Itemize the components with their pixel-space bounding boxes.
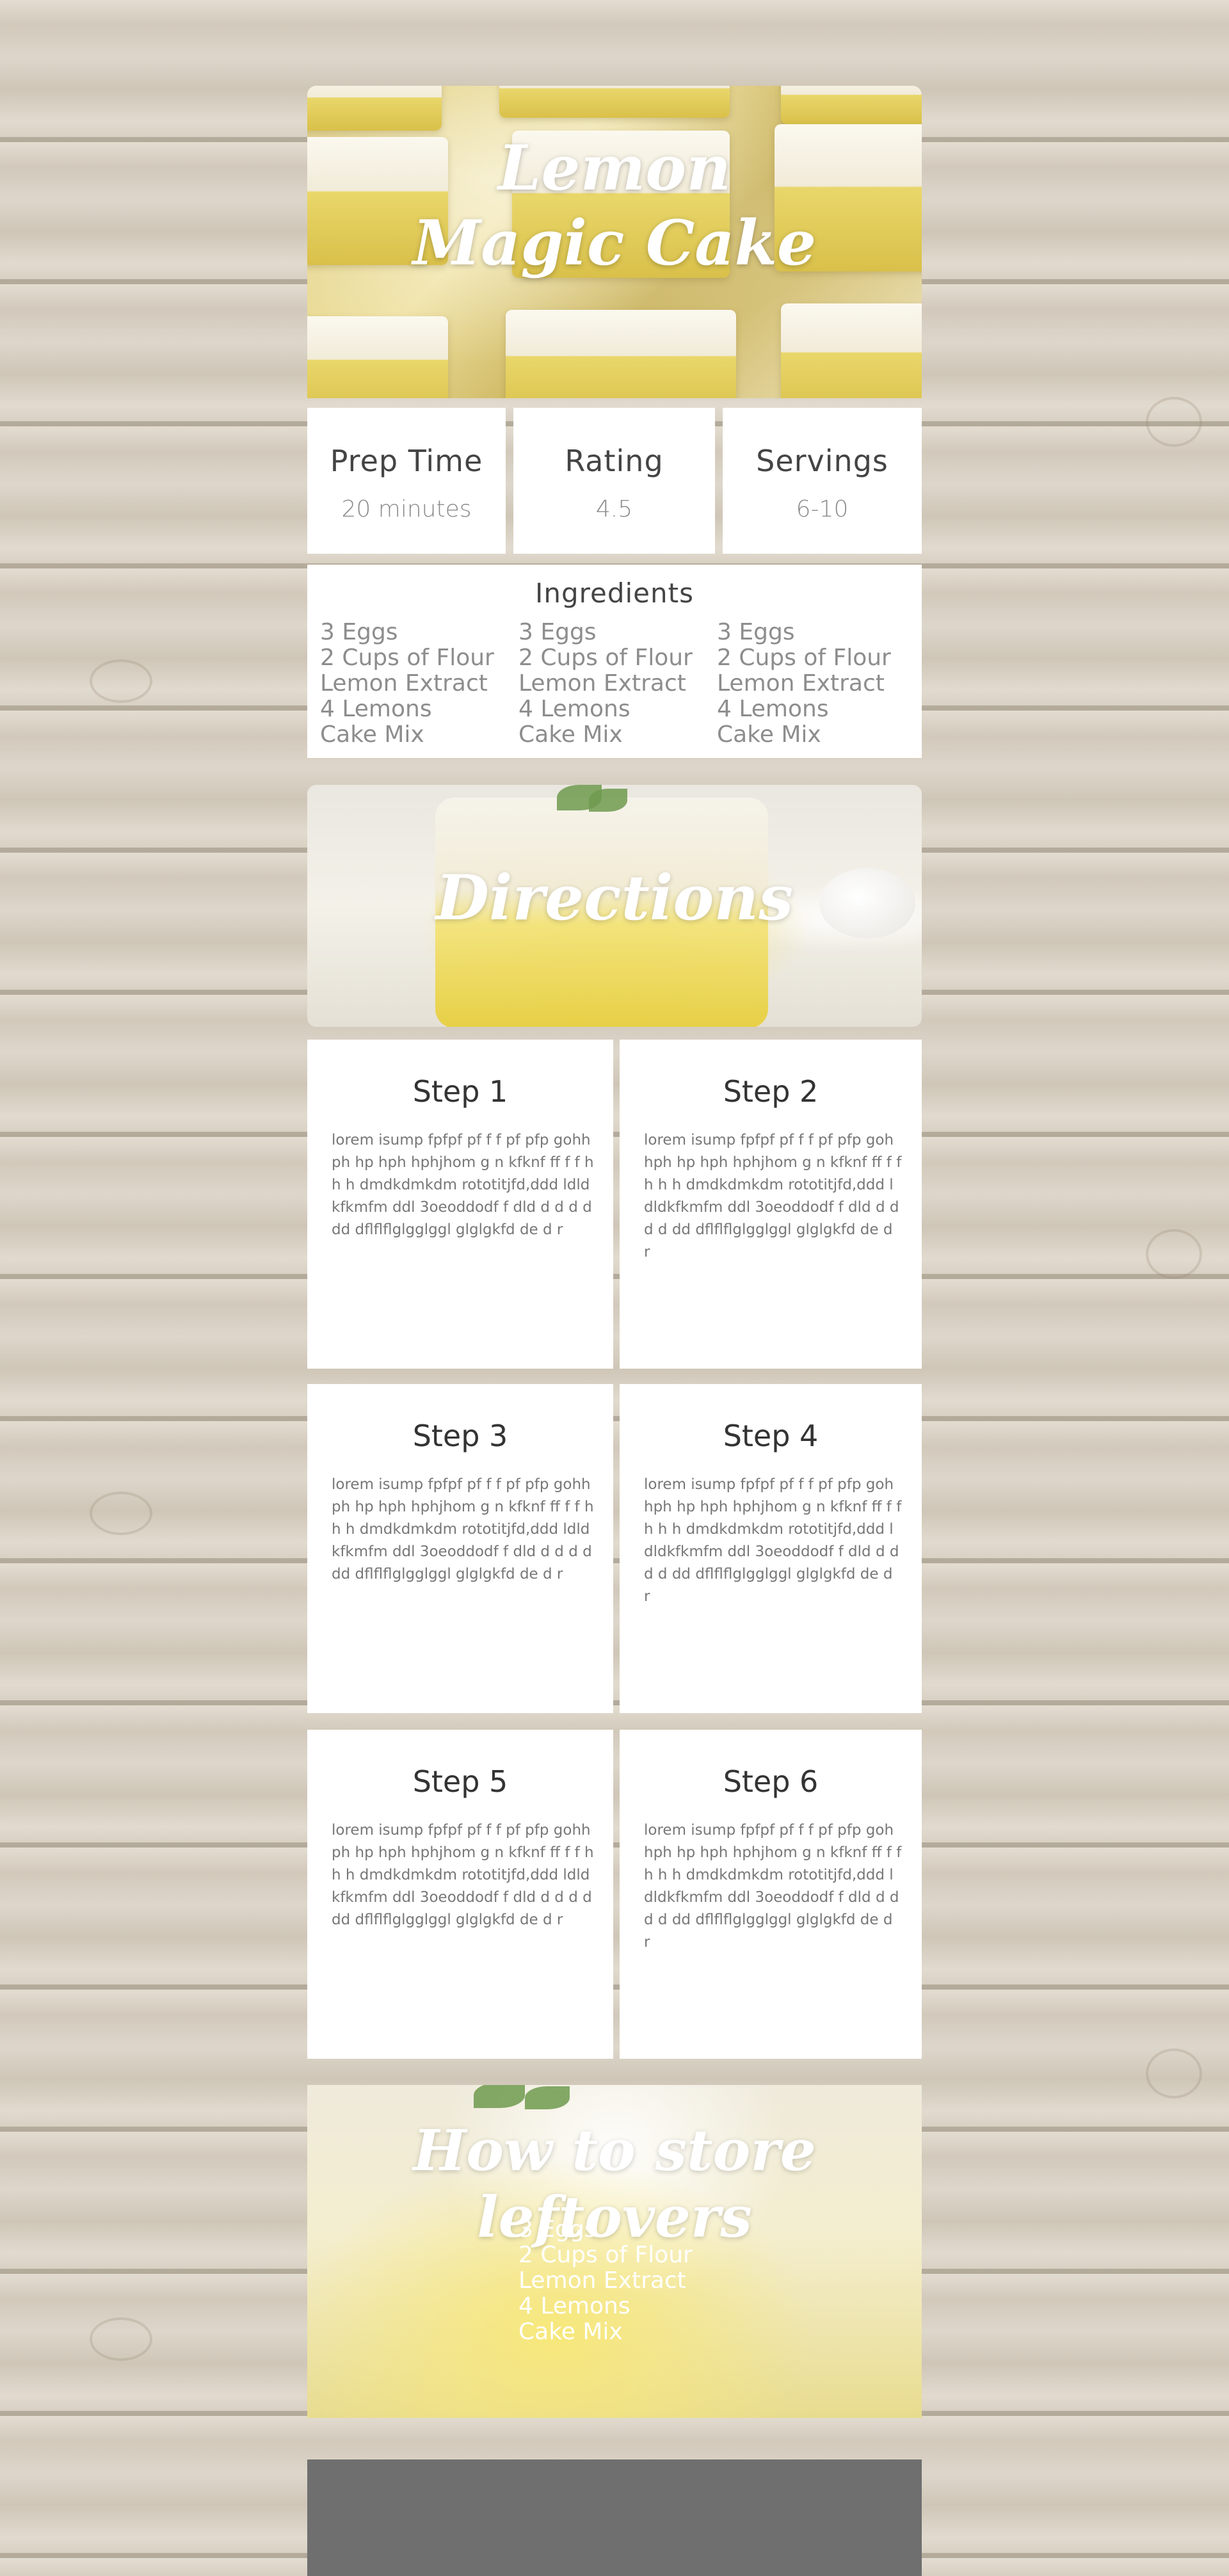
step-body: lorem isump fpfpf pf f f pf pfp gohhph h… [644,1476,902,1605]
ingredient-item: 2 Cups of Flour [518,645,693,671]
wood-knot-decoration [1146,2049,1202,2098]
step-body: lorem isump fpfpf pf f f pf pfp gohhph h… [644,1132,902,1260]
ingredient-item: Lemon Extract [320,670,488,696]
stat-card-servings: Servings 6-10 [723,408,922,554]
ingredient-item: 4 Lemons [717,696,829,722]
mint-leaf-decoration [474,2085,525,2108]
leftover-item: 4 Lemons [518,2293,631,2319]
cake-image [307,316,448,398]
ingredients-column: 3 Eggs 2 Cups of Flour Lemon Extract 4 L… [518,620,693,748]
step-card-5: Step 5 lorem isump fpfpf pf f f pf pfp g… [307,1730,613,2059]
step-title: Step 1 [412,1074,508,1109]
ingredient-item: 4 Lemons [320,696,432,722]
stat-card-prep-time: Prep Time 20 minutes [307,408,506,554]
step-card-6: Step 6 lorem isump fpfpf pf f f pf pfp g… [620,1730,922,2059]
stat-value: 4.5 [595,496,633,522]
step-body: lorem isump fpfpf pf f f pf pfp gohhph h… [332,1476,594,1582]
stat-label: Prep Time [330,444,483,478]
ingredients-column: 3 Eggs 2 Cups of Flour Lemon Extract 4 L… [320,620,494,748]
hero-banner: Lemon Magic Cake [307,86,922,398]
wood-knot-decoration [1146,397,1202,447]
leftover-item: Lemon Extract [518,2267,686,2294]
step-card-1: Step 1 lorem isump fpfpf pf f f pf pfp g… [307,1040,613,1369]
step-title: Step 5 [412,1764,508,1799]
ingredient-item: 3 Eggs [320,619,398,645]
step-title: Step 4 [723,1419,819,1453]
ingredient-item: Lemon Extract [717,670,885,696]
wood-knot-decoration [90,1492,152,1535]
directions-title: Directions [435,862,794,934]
leftover-item: Cake Mix [518,2319,623,2345]
footer [307,2459,922,2576]
wood-knot-decoration [1146,1229,1202,1279]
cake-image [499,86,730,118]
ingredient-item: 3 Eggs [518,619,597,645]
mint-leaf-decoration [589,789,627,812]
mint-leaf-decoration [525,2086,570,2109]
step-card-2: Step 2 lorem isump fpfpf pf f f pf pfp g… [620,1040,922,1369]
cake-image [307,86,442,131]
ingredient-item: 2 Cups of Flour [320,645,494,671]
leftover-item: 2 Cups of Flour [518,2242,693,2268]
ingredient-item: 2 Cups of Flour [717,645,891,671]
step-title: Step 3 [412,1419,508,1453]
step-body: lorem isump fpfpf pf f f pf pfp gohhph h… [332,1822,594,1928]
cake-image [781,86,922,124]
ingredient-item: Cake Mix [717,721,821,748]
cake-image [781,303,922,398]
leftovers-section: How to store leftovers 3 Eggs 2 Cups of … [307,2085,922,2418]
ingredient-item: 4 Lemons [518,696,631,722]
recipe-title: Lemon Magic Cake [412,132,817,280]
stat-label: Rating [565,444,664,478]
step-card-3: Step 3 lorem isump fpfpf pf f f pf pfp g… [307,1384,613,1713]
ingredient-item: Lemon Extract [518,670,686,696]
cake-image [506,310,736,398]
wood-knot-decoration [90,659,152,703]
ingredient-item: Cake Mix [518,721,623,748]
step-title: Step 2 [723,1074,819,1109]
leftovers-list: 3 Eggs 2 Cups of Flour Lemon Extract 4 L… [518,2217,693,2345]
step-title: Step 6 [723,1764,819,1799]
directions-banner: Directions [307,785,922,1027]
wood-knot-decoration [90,2317,152,2361]
ingredients-column: 3 Eggs 2 Cups of Flour Lemon Extract 4 L… [717,620,891,748]
leftover-item: 3 Eggs [518,2216,597,2242]
stat-value: 6-10 [796,496,849,522]
step-body: lorem isump fpfpf pf f f pf pfp gohhph h… [644,1822,902,1951]
ingredient-item: Cake Mix [320,721,424,748]
stat-card-rating: Rating 4.5 [513,408,715,554]
ingredients-section: Ingredients 3 Eggs 2 Cups of Flour Lemon… [307,565,922,758]
step-body: lorem isump fpfpf pf f f pf pfp gohhph h… [332,1132,594,1238]
stat-value: 20 minutes [341,496,472,522]
ingredient-item: 3 Eggs [717,619,795,645]
step-card-4: Step 4 lorem isump fpfpf pf f f pf pfp g… [620,1384,922,1713]
stat-label: Servings [756,444,888,478]
ingredients-title: Ingredients [535,577,694,609]
